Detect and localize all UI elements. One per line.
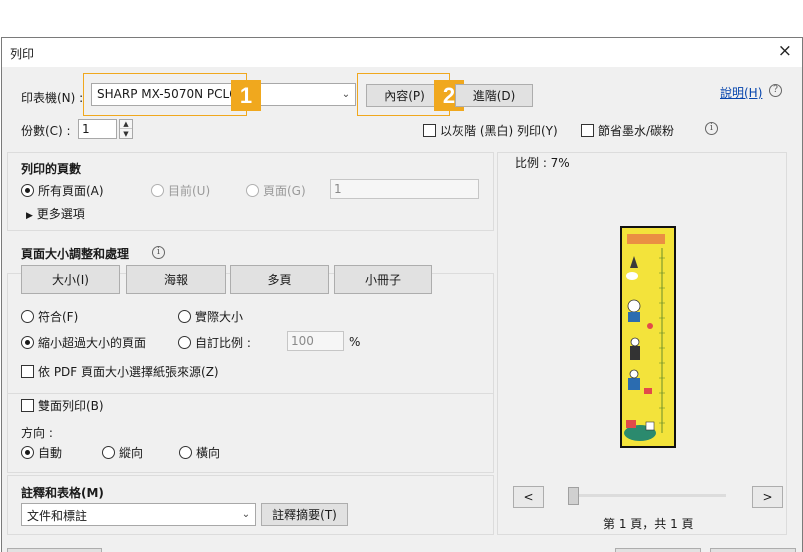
comments-section-title: 註釋和表格(M): [21, 486, 104, 500]
comments-select[interactable]: 文件和標註 ⌄: [21, 503, 256, 526]
percent-label: %: [349, 335, 361, 349]
radio-fit[interactable]: 符合(F): [21, 308, 78, 325]
chevron-down-icon: ⌄: [341, 89, 351, 100]
grayscale-label: 以灰階 (黑白) 列印(Y): [440, 124, 558, 138]
next-page-button[interactable]: >: [752, 486, 783, 508]
radio-dot[interactable]: [178, 310, 191, 323]
title-bar: 列印 ×: [2, 38, 802, 67]
triangle-right-icon: ▶: [26, 211, 33, 221]
tab-size[interactable]: 大小(I): [21, 265, 120, 294]
radio-dot[interactable]: [246, 184, 259, 197]
radio-all-pages[interactable]: 所有頁面(A): [21, 182, 104, 199]
custom-scale-input[interactable]: 100: [287, 331, 344, 351]
radio-current-page[interactable]: 目前(U): [151, 182, 210, 199]
chevron-down-icon: ⌄: [241, 509, 251, 520]
comments-select-value: 文件和標註: [27, 509, 88, 523]
page-setup-button-partial[interactable]: [7, 548, 102, 552]
radio-dot[interactable]: [21, 184, 34, 197]
radio-dot[interactable]: [179, 446, 192, 459]
radio-page-range[interactable]: 頁面(G): [246, 182, 306, 199]
help-icon[interactable]: ?: [769, 84, 782, 97]
radio-dot[interactable]: [21, 446, 34, 459]
print-dialog: 列印 × 印表機(N) : SHARP MX-5070N PCL6 ⌄ 1 內容…: [1, 37, 803, 552]
radio-actual-label: 實際大小: [195, 310, 244, 324]
duplex-checkbox[interactable]: 雙面列印(B): [21, 397, 104, 414]
radio-portrait-label: 縱向: [119, 446, 144, 460]
preview-scale: 比例 : 7%: [515, 156, 570, 170]
help-link[interactable]: 說明(H): [720, 84, 762, 101]
badge-1: 1: [231, 80, 261, 111]
radio-orientation-auto[interactable]: 自動: [21, 444, 62, 461]
tab-multiple[interactable]: 多頁: [230, 265, 329, 294]
printer-label: 印表機(N) :: [21, 91, 84, 105]
radio-range-label: 頁面(G): [263, 184, 306, 198]
comments-summary-button[interactable]: 註釋摘要(T): [261, 503, 348, 526]
radio-dot[interactable]: [102, 446, 115, 459]
radio-custom-scale[interactable]: 自訂比例 :: [178, 334, 251, 351]
close-icon[interactable]: ×: [778, 41, 792, 61]
save-ink-label: 節省墨水/碳粉: [598, 124, 675, 138]
growth-chart-illustration: [622, 228, 674, 446]
radio-dot[interactable]: [151, 184, 164, 197]
pdf-source-label: 依 PDF 頁面大小選擇紙張來源(Z): [38, 365, 219, 379]
cancel-button-partial[interactable]: [710, 548, 796, 552]
save-ink-checkbox[interactable]: 節省墨水/碳粉: [581, 122, 674, 139]
sizing-section-title: 頁面大小調整和處理: [21, 247, 130, 261]
page-info: 第 1 頁，共 1 頁: [603, 517, 694, 531]
pages-section-title: 列印的頁數: [21, 162, 82, 176]
copies-input[interactable]: 1: [78, 119, 117, 139]
radio-shrink[interactable]: 縮小超過大小的頁面: [21, 334, 146, 351]
radio-shrink-label: 縮小超過大小的頁面: [38, 336, 147, 350]
orientation-label: 方向 :: [21, 426, 53, 440]
radio-orientation-landscape[interactable]: 橫向: [179, 444, 220, 461]
prev-page-button[interactable]: <: [513, 486, 544, 508]
save-ink-checkbox-box[interactable]: [581, 124, 594, 137]
grayscale-checkbox[interactable]: 以灰階 (黑白) 列印(Y): [423, 122, 558, 139]
radio-dot[interactable]: [178, 336, 191, 349]
radio-custom-label: 自訂比例 :: [195, 336, 251, 350]
print-button-partial[interactable]: [615, 548, 701, 552]
highlight-frame-printer: [83, 73, 247, 116]
page-slider-thumb[interactable]: [568, 487, 579, 505]
window-title: 列印: [10, 47, 35, 61]
pdf-source-checkbox-box[interactable]: [21, 365, 34, 378]
stepper-down-icon[interactable]: ▼: [120, 129, 132, 138]
tab-booklet[interactable]: 小冊子: [334, 265, 432, 294]
more-options-label: 更多選項: [36, 207, 85, 221]
radio-actual-size[interactable]: 實際大小: [178, 308, 243, 325]
radio-auto-label: 自動: [38, 446, 63, 460]
copies-label: 份數(C) :: [21, 124, 71, 138]
copies-stepper[interactable]: ▲ ▼: [119, 119, 133, 139]
sizing-info-icon[interactable]: i: [152, 246, 165, 259]
page-range-input[interactable]: 1: [330, 179, 479, 199]
radio-dot[interactable]: [21, 310, 34, 323]
radio-current-label: 目前(U): [168, 184, 211, 198]
stepper-up-icon[interactable]: ▲: [120, 120, 132, 129]
grayscale-checkbox-box[interactable]: [423, 124, 436, 137]
radio-landscape-label: 橫向: [196, 446, 221, 460]
radio-dot[interactable]: [21, 336, 34, 349]
advanced-button[interactable]: 進階(D): [455, 84, 533, 107]
page-preview-thumbnail: [620, 226, 676, 448]
page-slider-track[interactable]: [573, 494, 726, 497]
radio-orientation-portrait[interactable]: 縱向: [102, 444, 143, 461]
pdf-source-checkbox[interactable]: 依 PDF 頁面大小選擇紙張來源(Z): [21, 363, 219, 380]
radio-all-pages-label: 所有頁面(A): [38, 184, 104, 198]
more-options-toggle[interactable]: ▶ 更多選項: [26, 205, 85, 222]
duplex-label: 雙面列印(B): [38, 399, 104, 413]
info-icon[interactable]: i: [705, 122, 718, 135]
tab-poster[interactable]: 海報: [126, 265, 226, 294]
duplex-checkbox-box[interactable]: [21, 399, 34, 412]
radio-fit-label: 符合(F): [38, 310, 79, 324]
